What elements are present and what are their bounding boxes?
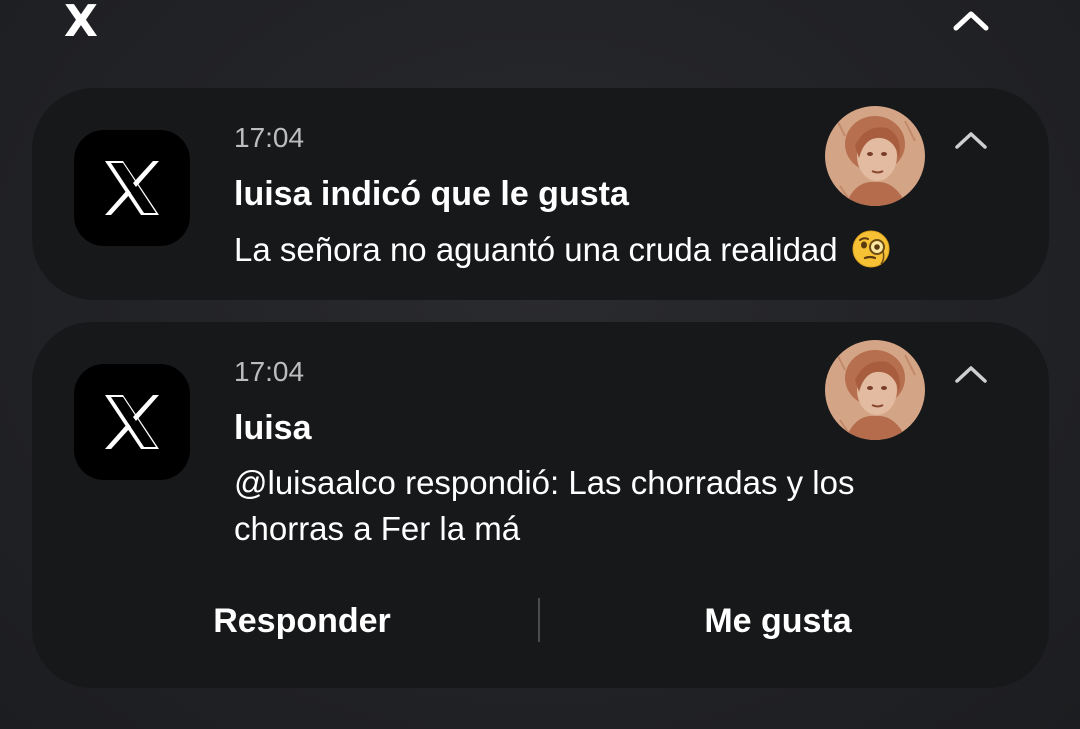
x-logo-icon [74, 130, 190, 246]
action-divider [538, 598, 540, 642]
notification-card[interactable]: 17:04 luisa indicó que le gusta La señor… [32, 88, 1049, 300]
reply-button[interactable]: Responder [112, 596, 492, 646]
notification-card[interactable]: 17:04 luisa @luisaalco respondió: Las ch… [32, 322, 1049, 688]
chevron-up-icon[interactable] [952, 128, 990, 152]
notification-body-text: La señora no aguantó una cruda realidad [234, 231, 838, 268]
notification-time: 17:04 [234, 122, 305, 153]
like-button[interactable]: Me gusta [588, 596, 968, 646]
notification-body: @luisaalco respondió: Las chorradas y lo… [234, 464, 855, 547]
avatar[interactable] [825, 340, 925, 440]
notification-group-header: X [0, 0, 1080, 60]
notification-title: luisa indicó que le gusta [234, 175, 629, 213]
chevron-up-icon[interactable] [952, 362, 990, 386]
face-with-monocle-emoji [851, 229, 891, 269]
chevron-up-icon[interactable] [950, 6, 992, 34]
notification-title: luisa [234, 409, 312, 447]
notification-actions: Responder Me gusta [32, 576, 1049, 666]
notification-body: La señora no aguantó una cruda realidad [234, 227, 954, 273]
avatar[interactable] [825, 106, 925, 206]
group-app-name: X [64, 0, 98, 47]
notification-time: 17:04 [234, 356, 305, 387]
x-logo-icon [74, 364, 190, 480]
